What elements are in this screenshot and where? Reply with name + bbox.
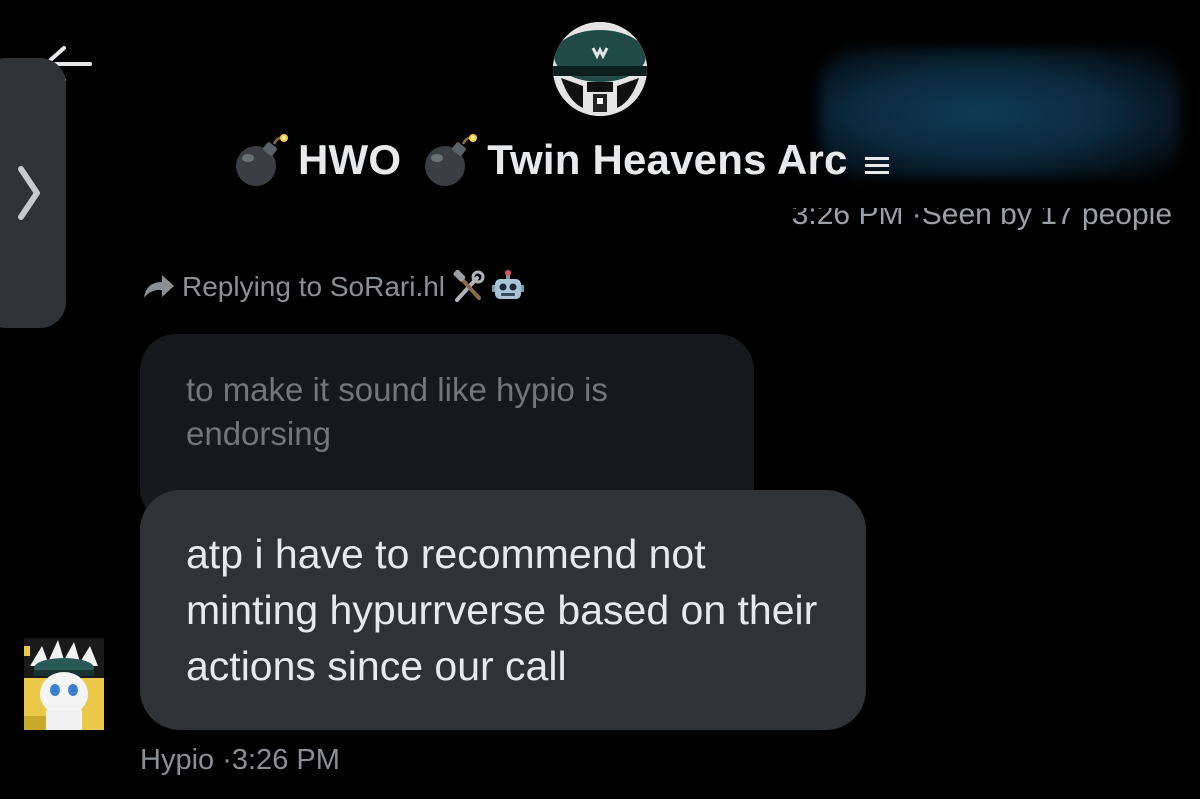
message-time: ·3:26 PM — [222, 744, 340, 776]
message-text: atp i have to recommend not minting hypu… — [186, 531, 818, 689]
side-panel-handle[interactable] — [0, 58, 66, 328]
sender-name[interactable]: Hypio — [140, 744, 214, 776]
robot-emoji-icon — [492, 270, 525, 299]
message-meta: Hypio ·3:26 PM — [140, 744, 340, 777]
sender-avatar[interactable] — [24, 638, 104, 730]
hammer-and-wrench-emoji-icon — [453, 270, 485, 302]
title-part-1: HWO — [298, 136, 402, 183]
reply-indicator: Replying to SoRari.hl — [142, 270, 525, 304]
reply-arrow-icon — [144, 275, 174, 298]
conversation-header: HWO Twin Heavens Arc — [0, 0, 1200, 208]
message-bubble[interactable]: atp i have to recommend not minting hypu… — [140, 490, 866, 730]
dm-conversation-screen: 3:26 PM ·Seen by 17 people HWO Twin Heav… — [0, 0, 1200, 799]
group-avatar[interactable] — [553, 22, 647, 116]
group-avatar-image — [553, 22, 647, 116]
bomb-emoji-icon — [425, 134, 478, 186]
sender-avatar-image — [24, 638, 104, 730]
chevron-right-icon — [18, 166, 40, 220]
title-part-2: Twin Heavens Arc — [487, 136, 848, 183]
quoted-message-text: to make it sound like hypio is endorsing — [186, 371, 608, 452]
bomb-emoji-icon — [236, 134, 288, 186]
reply-label: Replying to SoRari.hl — [182, 271, 446, 302]
menu-lines-icon[interactable] — [862, 150, 892, 180]
conversation-title[interactable]: HWO Twin Heavens Arc — [230, 128, 892, 192]
